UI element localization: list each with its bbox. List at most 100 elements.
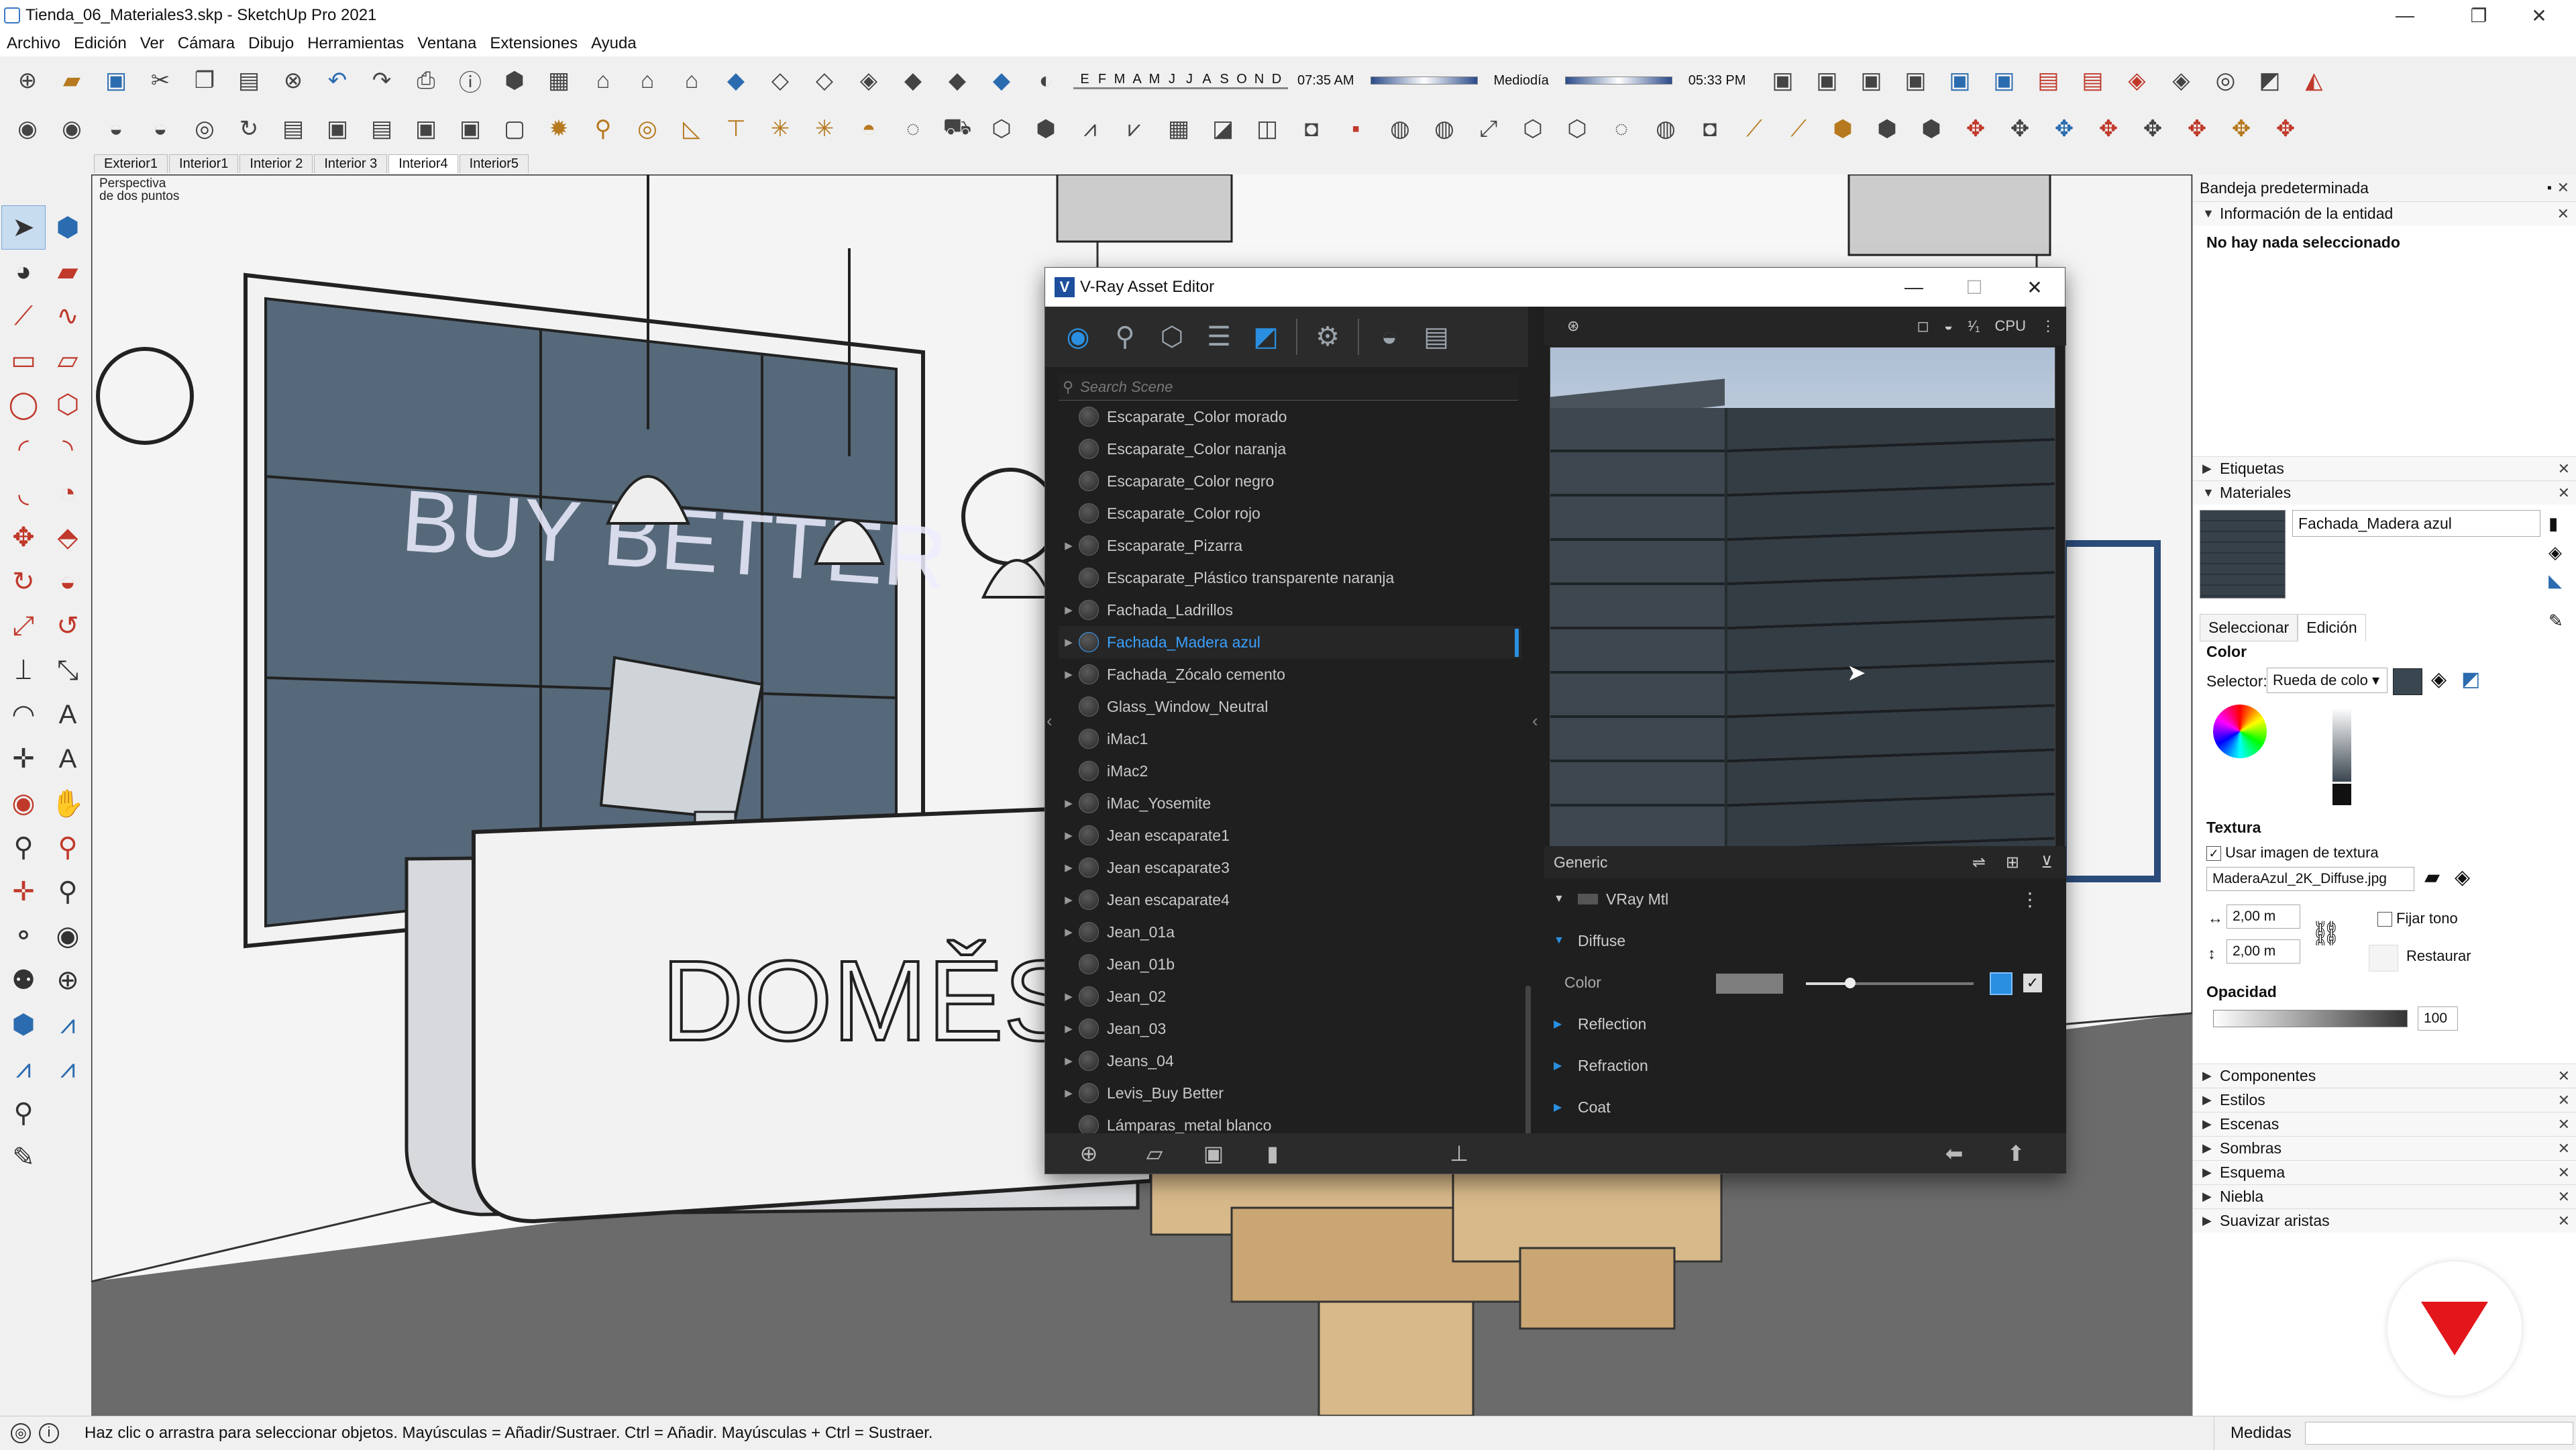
- texture-height-field[interactable]: 2,00 m: [2226, 939, 2300, 964]
- material-ball-icon[interactable]: ◍: [1649, 112, 1682, 146]
- fix-tone-checkbox[interactable]: Fijar tono: [2377, 910, 2458, 927]
- material-list-item[interactable]: iMac2: [1059, 755, 1521, 787]
- rotate-icon[interactable]: ↻: [1, 560, 46, 604]
- lights-tab-icon[interactable]: ⚲: [1108, 320, 1142, 354]
- diffuse-section[interactable]: ▼ Diffuse: [1544, 920, 2066, 962]
- material-list-item[interactable]: ▶ Fachada_Zócalo cemento: [1059, 658, 1521, 690]
- vray-refresh-icon[interactable]: ↻: [232, 112, 266, 146]
- menu-ayuda[interactable]: Ayuda: [584, 34, 643, 53]
- texture-width-field[interactable]: 2,00 m: [2226, 904, 2300, 929]
- vray-interactive-icon[interactable]: ◉: [55, 112, 89, 146]
- menu-extensiones[interactable]: Extensiones: [483, 34, 584, 53]
- paste-icon[interactable]: ▤: [232, 64, 266, 97]
- box-view-icon[interactable]: ⬡: [1516, 112, 1550, 146]
- collapse-panel-icon[interactable]: ‹: [1532, 711, 1538, 731]
- move-axis-3-icon[interactable]: ✥: [2047, 112, 2081, 146]
- section-componentes[interactable]: ▶ Componentes ✕: [2193, 1064, 2576, 1088]
- reflection-section[interactable]: ▶ Reflection: [1544, 1003, 2066, 1045]
- material-list-item[interactable]: ▶ Fachada_Ladrillos: [1059, 594, 1521, 626]
- expand-arrow-icon[interactable]: ▶: [1059, 862, 1079, 874]
- eraser-icon[interactable]: ▰: [46, 250, 90, 294]
- dome-light-icon[interactable]: ✳: [763, 112, 797, 146]
- menu-herramientas[interactable]: Herramientas: [301, 34, 411, 53]
- up-arrow-icon[interactable]: ⬆: [1999, 1137, 2033, 1170]
- new-file-icon[interactable]: ⊕: [11, 64, 44, 97]
- tab-select[interactable]: Seleccionar: [2200, 614, 2298, 641]
- expand-arrow-icon[interactable]: ▶: [1059, 636, 1079, 648]
- material-list-item[interactable]: ▶ Jean_03: [1059, 1013, 1521, 1045]
- extension-warehouse-icon[interactable]: ▤: [2076, 64, 2109, 97]
- section-sombras[interactable]: ▶ Sombras ✕: [2193, 1136, 2576, 1160]
- material-list-item[interactable]: Escaparate_Color naranja: [1059, 433, 1521, 465]
- material-list-item[interactable]: Glass_Window_Neutral: [1059, 690, 1521, 723]
- walk-icon[interactable]: ⚉: [1, 958, 46, 1002]
- material-list-item[interactable]: Escaparate_Color morado: [1059, 401, 1521, 433]
- match-color-icon[interactable]: ◩: [2461, 668, 2480, 691]
- omni-light-icon[interactable]: ⊤: [719, 112, 753, 146]
- pencil-icon[interactable]: ✎: [1, 1135, 46, 1180]
- material-list-item[interactable]: ▶ Levis_Buy Better: [1059, 1077, 1521, 1109]
- checkbox-checked-icon[interactable]: ✓: [2206, 846, 2221, 862]
- rotated-rectangle-icon[interactable]: ▱: [46, 338, 90, 382]
- expand-arrow-icon[interactable]: ▶: [1059, 1087, 1079, 1099]
- minimize-button[interactable]: —: [2368, 0, 2442, 31]
- vray-asset-editor-icon[interactable]: ▣: [409, 112, 443, 146]
- opacity-field[interactable]: 100: [2418, 1006, 2458, 1031]
- section-estilos[interactable]: ▶ Estilos ✕: [2193, 1088, 2576, 1112]
- line-icon[interactable]: ⟋: [1, 294, 46, 338]
- back-view-icon[interactable]: ⌂: [675, 64, 708, 97]
- copy-icon[interactable]: ❐: [188, 64, 221, 97]
- rectangle-icon[interactable]: ▭: [1, 338, 46, 382]
- group-icon[interactable]: ▣: [1810, 64, 1843, 97]
- materials-close-icon[interactable]: ✕: [2558, 484, 2570, 502]
- pan-icon[interactable]: ✋: [46, 781, 90, 825]
- texture-file-field[interactable]: MaderaAzul_2K_Diffuse.jpg: [2206, 867, 2414, 891]
- proxy-import-icon[interactable]: ⬢: [1029, 112, 1063, 146]
- entity-info-close-icon[interactable]: ✕: [2557, 205, 2569, 223]
- scale-tool-icon[interactable]: ⤢: [1472, 112, 1505, 146]
- expand-arrow-icon[interactable]: ▶: [1554, 1100, 1578, 1114]
- material-list-item[interactable]: ▶ Jean_01a: [1059, 916, 1521, 948]
- material-list-item[interactable]: iMac1: [1059, 723, 1521, 755]
- sandbox-icon[interactable]: ◎: [2208, 64, 2242, 97]
- vray-close-button[interactable]: ✕: [2004, 268, 2065, 307]
- camera-tool-icon[interactable]: ◘: [1295, 112, 1328, 146]
- expand-arrow-icon[interactable]: ▶: [1059, 668, 1079, 680]
- tab-edit[interactable]: Edición: [2298, 614, 2366, 641]
- tray-close-icon[interactable]: ✕: [2557, 179, 2569, 197]
- zoom-window-icon[interactable]: ⚲: [46, 825, 90, 870]
- intersect-icon[interactable]: ◍: [1428, 112, 1461, 146]
- material-list-item[interactable]: ▶ Escaparate_Pizarra: [1059, 529, 1521, 562]
- vray-image-icon[interactable]: ▣: [453, 112, 487, 146]
- look-around-icon[interactable]: ◉: [46, 914, 90, 958]
- expand-arrow-icon[interactable]: ▶: [1059, 894, 1079, 906]
- 3d-warehouse-icon[interactable]: ▤: [2031, 64, 2065, 97]
- section-esquema[interactable]: ▶ Esquema ✕: [2193, 1160, 2576, 1184]
- purge-icon[interactable]: ⊥: [1442, 1137, 1476, 1170]
- delete-asset-icon[interactable]: ▮: [1256, 1137, 1289, 1170]
- offset-icon[interactable]: ↺: [46, 604, 90, 648]
- section-escenas[interactable]: ▶ Escenas ✕: [2193, 1112, 2576, 1136]
- cut-icon[interactable]: ✂: [144, 64, 177, 97]
- section-niebla[interactable]: ▶ Niebla ✕: [2193, 1184, 2576, 1208]
- material-list-item[interactable]: Escaparate_Color rojo: [1059, 497, 1521, 529]
- infinite-plane-icon[interactable]: ⛟: [941, 112, 974, 146]
- preview-menu-icon[interactable]: ⋮: [2041, 317, 2055, 335]
- fur-icon[interactable]: ⩘: [1073, 112, 1107, 146]
- brightness-slider[interactable]: [2332, 708, 2351, 782]
- restore-swatch[interactable]: [2369, 945, 2398, 972]
- materials-tab-icon[interactable]: ◉: [1061, 320, 1095, 354]
- pie-icon[interactable]: ◔: [46, 471, 90, 515]
- vray-teapot-icon[interactable]: ◒: [99, 112, 133, 146]
- move-axis-7-icon[interactable]: ✥: [2224, 112, 2258, 146]
- save-to-library-icon[interactable]: ⊻: [2041, 853, 2053, 872]
- three-point-arc-icon[interactable]: ◟: [1, 471, 46, 515]
- solid-tools-icon[interactable]: ◭: [2297, 64, 2330, 97]
- expand-arrow-icon[interactable]: ▶: [1059, 797, 1079, 809]
- two-point-arc-icon[interactable]: ◝: [46, 427, 90, 471]
- section-cut-icon[interactable]: ▣: [1943, 64, 1976, 97]
- delete-material-icon[interactable]: ▮: [2548, 513, 2558, 534]
- print-icon[interactable]: ⎙: [409, 64, 443, 97]
- sphere-light-icon[interactable]: ◎: [631, 112, 664, 146]
- follow-me-icon[interactable]: ◍: [1383, 112, 1417, 146]
